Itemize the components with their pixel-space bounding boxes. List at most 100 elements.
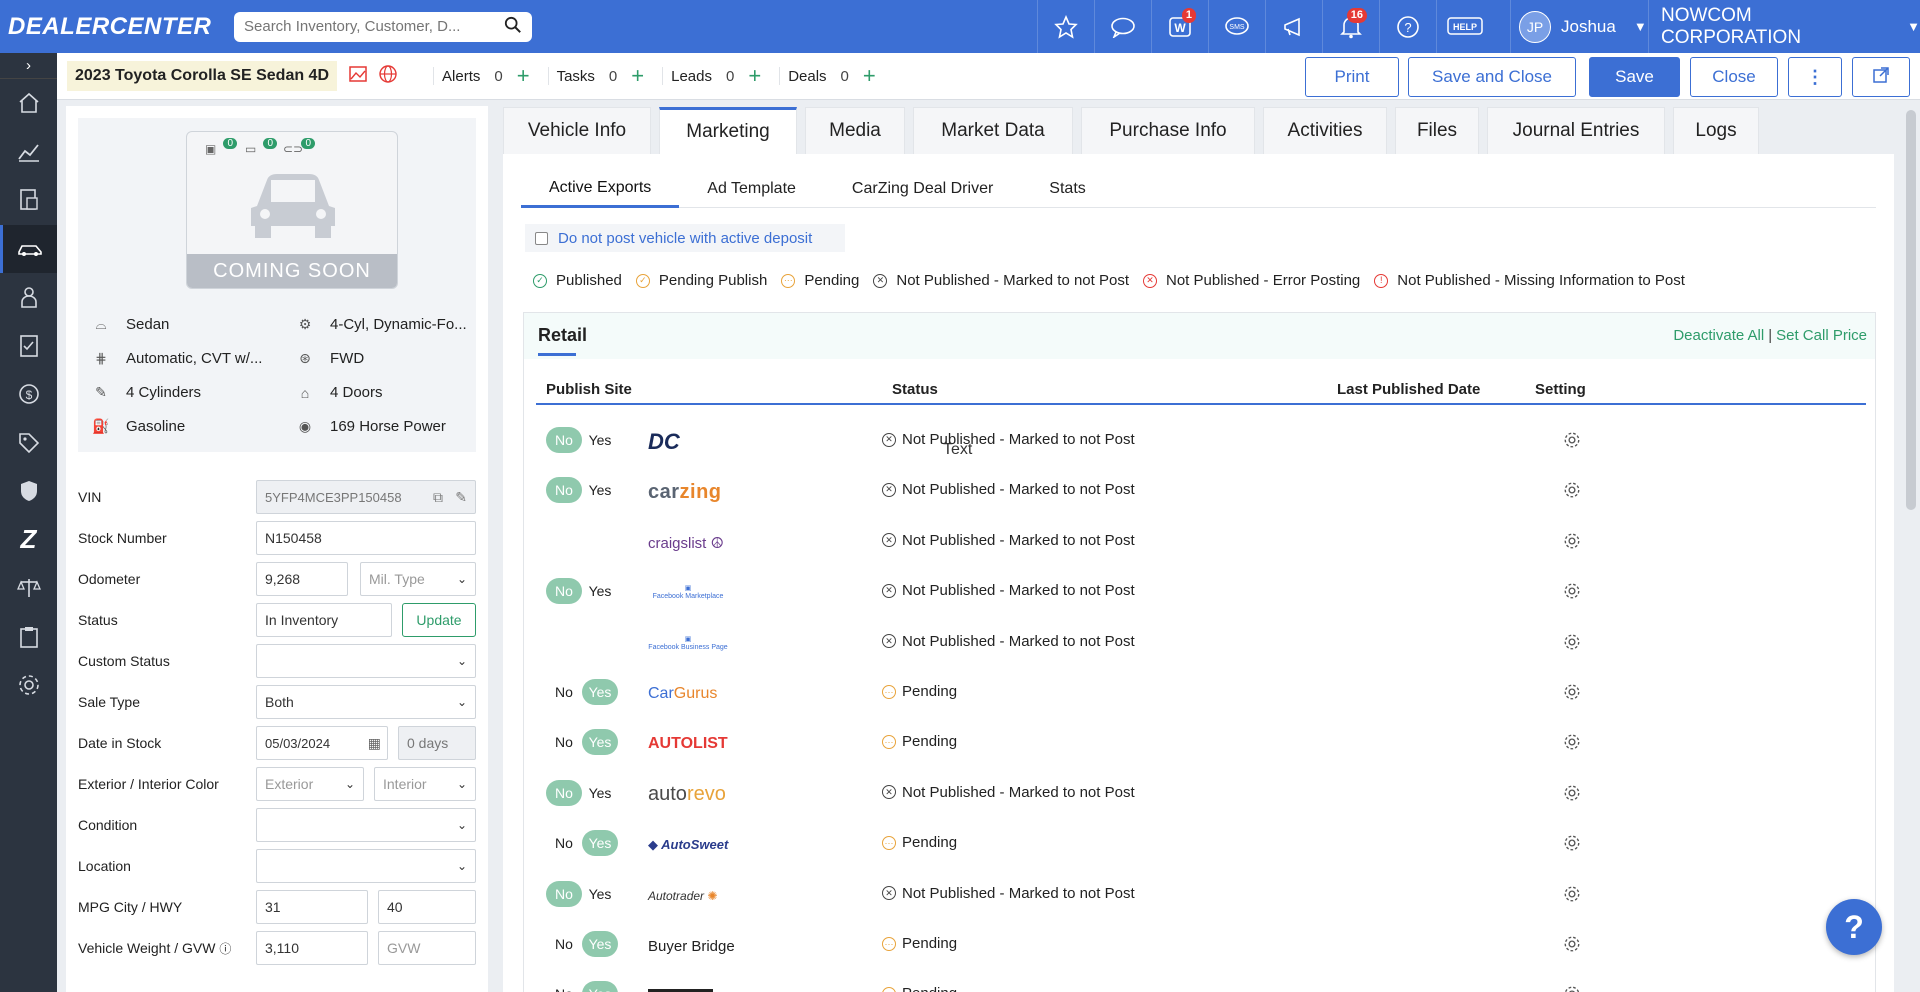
publish-toggle[interactable]: NoYes bbox=[546, 830, 618, 857]
toggle-yes[interactable]: Yes bbox=[582, 780, 618, 806]
sidebar-expand-button[interactable]: › bbox=[0, 53, 57, 79]
interior-color-select[interactable]: Interior ⌄ bbox=[374, 767, 476, 801]
search-input[interactable] bbox=[244, 18, 504, 35]
toggle-yes[interactable]: Yes bbox=[582, 881, 618, 907]
subtab-active-exports[interactable]: Active Exports bbox=[521, 170, 680, 208]
question-icon[interactable]: ? bbox=[1379, 0, 1436, 53]
scale-icon[interactable] bbox=[0, 564, 57, 613]
vin-field[interactable]: 5YFP4MCE3PP150458 ⧉ ✎ bbox=[256, 480, 476, 514]
global-search[interactable] bbox=[234, 11, 532, 42]
search-icon[interactable] bbox=[504, 16, 522, 38]
publish-toggle[interactable]: NoYes bbox=[546, 880, 618, 907]
toggle-no[interactable]: No bbox=[546, 427, 582, 453]
print-button[interactable]: Print bbox=[1305, 57, 1399, 97]
toggle-yes[interactable]: Yes bbox=[582, 427, 618, 453]
set-call-price-link[interactable]: Set Call Price bbox=[1776, 327, 1867, 344]
subtab-stats[interactable]: Stats bbox=[1021, 170, 1113, 208]
status-field[interactable]: In Inventory bbox=[256, 603, 392, 637]
star-icon[interactable] bbox=[1037, 0, 1094, 53]
car-icon[interactable] bbox=[0, 224, 57, 273]
tab-market-data[interactable]: Market Data bbox=[913, 107, 1073, 154]
active-deposit-checkbox[interactable] bbox=[535, 231, 548, 245]
exterior-color-select[interactable]: Exterior ⌄ bbox=[256, 767, 364, 801]
add-lead-button[interactable]: + bbox=[748, 65, 761, 87]
sms-icon[interactable]: SMS bbox=[1208, 0, 1265, 53]
toggle-no[interactable]: No bbox=[546, 729, 582, 755]
image-icon[interactable] bbox=[349, 66, 367, 86]
clipboard-icon[interactable] bbox=[0, 613, 57, 662]
gear-icon[interactable] bbox=[1563, 733, 1581, 755]
info-icon[interactable]: ⓘ bbox=[219, 942, 231, 956]
edit-icon[interactable]: ✎ bbox=[455, 489, 467, 506]
toggle-no[interactable]: No bbox=[546, 981, 582, 992]
sale-type-select[interactable]: Both ⌄ bbox=[256, 685, 476, 719]
gear-icon[interactable] bbox=[1563, 935, 1581, 957]
toggle-yes[interactable]: Yes bbox=[582, 931, 618, 957]
tab-marketing[interactable]: Marketing bbox=[659, 107, 797, 154]
gear-icon[interactable] bbox=[1563, 481, 1581, 503]
publish-toggle[interactable]: NoYes bbox=[546, 427, 618, 453]
gear-icon[interactable] bbox=[0, 661, 57, 710]
toggle-yes[interactable]: Yes bbox=[582, 729, 618, 756]
money-icon[interactable]: $ bbox=[0, 370, 57, 419]
odometer-field[interactable]: 9,268 bbox=[256, 562, 348, 596]
open-new-window-button[interactable] bbox=[1852, 57, 1910, 97]
condition-select[interactable]: ⌄ bbox=[256, 808, 476, 842]
tab-logs[interactable]: Logs bbox=[1673, 107, 1759, 154]
publish-toggle[interactable]: NoYes bbox=[546, 729, 618, 756]
tab-journal-entries[interactable]: Journal Entries bbox=[1487, 107, 1665, 154]
toggle-yes[interactable]: Yes bbox=[582, 679, 618, 705]
help-icon[interactable]: HELP bbox=[1436, 0, 1493, 53]
add-deal-button[interactable]: + bbox=[863, 65, 876, 87]
update-status-button[interactable]: Update bbox=[402, 603, 476, 637]
vehicle-weight-field[interactable]: 3,110 bbox=[256, 931, 368, 965]
tab-media[interactable]: Media bbox=[805, 107, 905, 154]
active-deposit-option[interactable]: Do not post vehicle with active deposit bbox=[525, 224, 845, 252]
help-button[interactable]: ? bbox=[1826, 899, 1882, 955]
gear-icon[interactable] bbox=[1563, 885, 1581, 907]
date-in-stock-field[interactable]: 05/03/2024 ▦ bbox=[256, 726, 388, 760]
chart-icon[interactable] bbox=[0, 128, 57, 177]
save-and-close-button[interactable]: Save and Close bbox=[1408, 57, 1576, 97]
gear-icon[interactable] bbox=[1563, 683, 1581, 705]
vehicle-photo[interactable]: ▣ 0 ▭ 0 ⊂⊃ 0 COMING SOON bbox=[186, 131, 398, 289]
copy-icon[interactable]: ⧉ bbox=[433, 489, 443, 506]
toggle-no[interactable]: No bbox=[546, 779, 582, 806]
person-icon[interactable] bbox=[0, 273, 57, 322]
tab-files[interactable]: Files bbox=[1395, 107, 1479, 154]
toggle-no[interactable]: No bbox=[546, 578, 582, 605]
gear-icon[interactable] bbox=[1563, 784, 1581, 806]
toggle-yes[interactable]: Yes bbox=[582, 830, 618, 857]
publish-toggle[interactable]: NoYes bbox=[546, 931, 618, 957]
gear-icon[interactable] bbox=[1563, 985, 1581, 992]
toggle-no[interactable]: No bbox=[546, 679, 582, 705]
toggle-yes[interactable]: Yes bbox=[582, 477, 618, 503]
globe-icon[interactable] bbox=[379, 65, 397, 87]
w-icon[interactable]: W 1 bbox=[1151, 0, 1208, 53]
toggle-yes[interactable]: Yes bbox=[582, 981, 618, 992]
mpg-hwy-field[interactable]: 40 bbox=[378, 890, 476, 924]
toggle-no[interactable]: No bbox=[546, 477, 582, 504]
gear-icon[interactable] bbox=[1563, 633, 1581, 655]
page-scrollbar[interactable] bbox=[1906, 110, 1916, 510]
publish-toggle[interactable]: NoYes bbox=[546, 477, 618, 504]
checklist-icon[interactable] bbox=[0, 322, 57, 371]
subtab-ad-template[interactable]: Ad Template bbox=[679, 170, 824, 208]
megaphone-icon[interactable] bbox=[1265, 0, 1322, 53]
tab-vehicle-info[interactable]: Vehicle Info bbox=[503, 107, 651, 154]
location-select[interactable]: ⌄ bbox=[256, 849, 476, 883]
home-icon[interactable] bbox=[0, 79, 57, 128]
more-options-button[interactable]: ⋮ bbox=[1788, 57, 1842, 97]
document-icon[interactable] bbox=[0, 176, 57, 225]
add-task-button[interactable]: + bbox=[631, 65, 644, 87]
save-button[interactable]: Save bbox=[1589, 57, 1680, 97]
gear-icon[interactable] bbox=[1563, 582, 1581, 604]
calendar-icon[interactable]: ▦ bbox=[368, 735, 381, 752]
publish-toggle[interactable]: NoYes bbox=[546, 679, 618, 705]
gvw-field[interactable]: GVW bbox=[378, 931, 476, 965]
toggle-no[interactable]: No bbox=[546, 931, 582, 957]
corporation-selector[interactable]: NOWCOM CORPORATION ▼ bbox=[1648, 0, 1920, 53]
mileage-type-select[interactable]: Mil. Type ⌄ bbox=[360, 562, 476, 596]
app-logo[interactable]: DEALERCENTER bbox=[8, 13, 218, 41]
publish-toggle[interactable]: NoYes bbox=[546, 779, 618, 806]
